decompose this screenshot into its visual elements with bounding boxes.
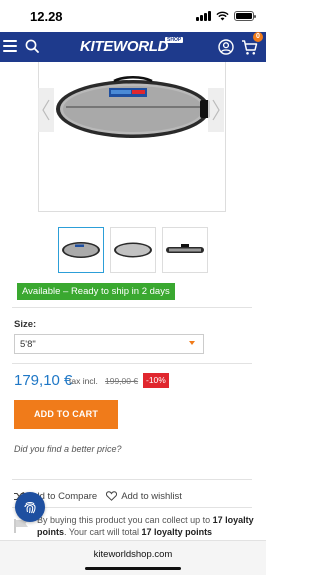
status-icons bbox=[196, 10, 256, 22]
divider bbox=[12, 507, 252, 508]
discount-badge: -10% bbox=[143, 373, 169, 388]
battery-icon bbox=[234, 11, 256, 21]
loyalty-text-part: . Your cart will total bbox=[64, 527, 142, 537]
user-icon[interactable] bbox=[218, 39, 234, 55]
gallery-prev-button[interactable] bbox=[38, 88, 54, 132]
search-icon[interactable] bbox=[25, 39, 39, 53]
heart-icon bbox=[106, 491, 118, 501]
product-main-image bbox=[56, 75, 210, 138]
board-bag-front-thumbnail bbox=[62, 242, 100, 258]
chevron-left-icon bbox=[42, 99, 50, 121]
board-bag-back-thumbnail bbox=[114, 242, 152, 258]
tax-label: tax incl. bbox=[69, 376, 98, 386]
old-price: 199,00 € bbox=[105, 376, 139, 386]
better-price-link[interactable]: Did you find a better price? bbox=[14, 444, 122, 454]
status-bar: 12.28 bbox=[0, 0, 266, 32]
app-header: KITEWORLD SHOP 0 bbox=[0, 32, 266, 62]
loyalty-text: By buying this product you can collect u… bbox=[37, 514, 259, 538]
status-time: 12.28 bbox=[30, 9, 63, 24]
add-to-cart-button[interactable]: ADD TO CART bbox=[14, 400, 118, 429]
loyalty-cart-points: 17 loyalty points bbox=[141, 527, 213, 537]
cellular-signal-icon bbox=[196, 11, 211, 21]
divider bbox=[12, 363, 252, 364]
home-indicator[interactable] bbox=[85, 567, 181, 570]
chevron-right-icon bbox=[212, 99, 220, 121]
fingerprint-icon bbox=[24, 501, 36, 514]
logo-shop-badge: SHOP bbox=[165, 37, 184, 43]
product-thumbnail-1[interactable] bbox=[58, 227, 104, 273]
board-bag-side-thumbnail bbox=[166, 244, 204, 253]
wifi-icon bbox=[216, 11, 229, 21]
divider bbox=[12, 307, 252, 308]
url-text[interactable]: kiteworldshop.com bbox=[0, 549, 266, 560]
gallery-next-button[interactable] bbox=[208, 88, 224, 132]
product-thumbnail-2[interactable] bbox=[110, 227, 156, 273]
browser-url-bar[interactable]: kiteworldshop.com bbox=[0, 540, 266, 575]
product-image-gallery[interactable] bbox=[38, 62, 226, 212]
add-to-wishlist-link[interactable]: Add to wishlist bbox=[121, 491, 182, 502]
menu-icon[interactable] bbox=[3, 40, 17, 52]
size-label: Size: bbox=[14, 319, 37, 330]
product-price: 179,10 € bbox=[14, 372, 73, 389]
loyalty-points-info: By buying this product you can collect u… bbox=[14, 514, 254, 542]
product-thumbnail-3[interactable] bbox=[162, 227, 208, 273]
cart-count-badge: 0 bbox=[253, 32, 263, 42]
kiteworld-logo[interactable]: KITEWORLD bbox=[80, 38, 168, 55]
size-select[interactable]: 5'8" bbox=[14, 334, 204, 354]
divider bbox=[12, 479, 252, 480]
size-selected-value: 5'8" bbox=[20, 339, 36, 350]
fingerprint-floating-button[interactable] bbox=[15, 492, 45, 522]
loyalty-text-part: By buying this product you can collect u… bbox=[37, 515, 213, 525]
availability-badge: Available – Ready to ship in 2 days bbox=[17, 283, 175, 300]
caret-down-icon bbox=[189, 341, 195, 345]
